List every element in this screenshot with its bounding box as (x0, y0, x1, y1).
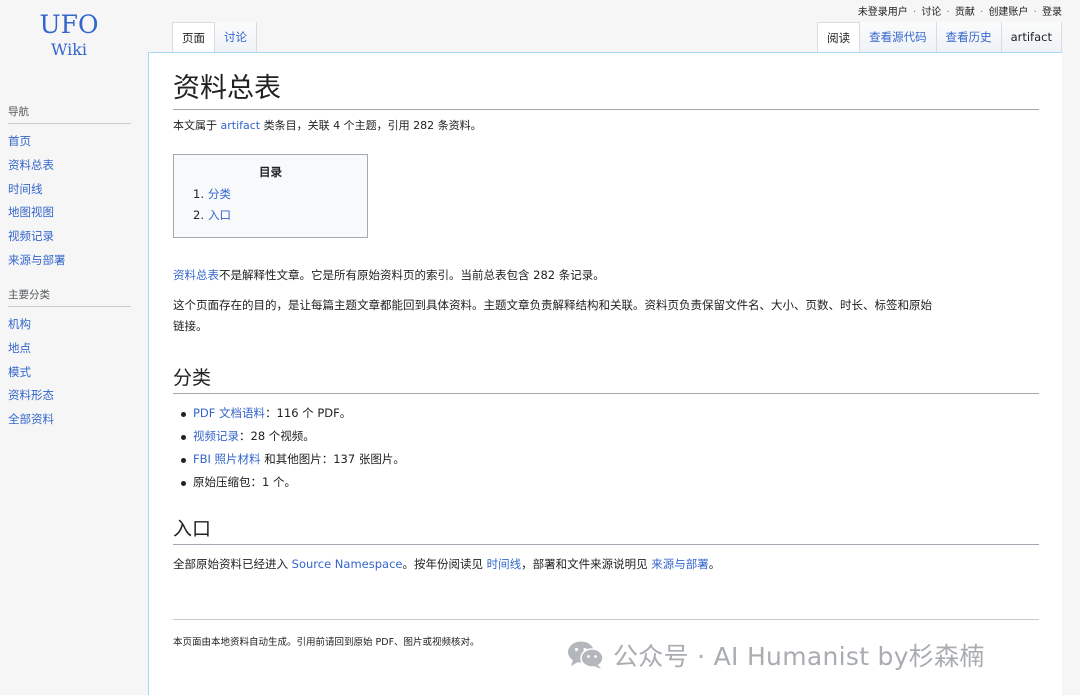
separator: · (980, 7, 984, 18)
list-item-text: 原始压缩包：1 个。 (193, 475, 296, 489)
sidebar-item-sources[interactable]: 来源与部署 (8, 253, 66, 267)
toc-number: 1. (193, 187, 204, 201)
nav-portal: 导航 首页 资料总表 时间线 地图视图 视频记录 来源与部署 (8, 104, 131, 273)
timeline-link[interactable]: 时间线 (487, 557, 522, 571)
entry-text: ，部署和文件来源说明见 (521, 557, 652, 571)
separator: · (912, 7, 917, 18)
page-title: 资料总表 (173, 71, 1039, 110)
entry-paragraph: 全部原始资料已经进入 Source Namespace。按年份阅读见 时间线，部… (173, 554, 1039, 575)
watermark-text: 公众号 · AI Humanist by杉森楠 (613, 642, 985, 671)
separator: · (1033, 7, 1037, 18)
nav-heading: 导航 (8, 104, 131, 124)
list-item-text: ：28 个视频。 (239, 429, 315, 443)
wechat-icon (568, 641, 604, 669)
page-subtitle: 本文属于 artifact 类条目，关联 4 个主题，引用 282 条资料。 (173, 118, 1039, 134)
list-item: 原始压缩包：1 个。 (179, 471, 1039, 494)
pdf-corpus-link[interactable]: PDF 文档语料 (193, 406, 265, 420)
sidebar-item-home[interactable]: 首页 (8, 134, 31, 148)
category-heading: 主要分类 (8, 287, 131, 307)
tab-history[interactable]: 查看历史 (936, 22, 1002, 53)
sidebar-item-videos[interactable]: 视频记录 (8, 229, 54, 243)
toc-number: 2. (193, 208, 204, 222)
login-link[interactable]: 登录 (1042, 7, 1062, 18)
sidebar-item-index[interactable]: 资料总表 (8, 158, 54, 172)
list-item: PDF 文档语料：116 个 PDF。 (179, 402, 1039, 425)
sidebar-item-map[interactable]: 地图视图 (8, 205, 54, 219)
purpose-paragraph: 这个页面存在的目的，是让每篇主题文章都能回到具体资料。主题文章负责解释结构和关联… (173, 298, 932, 333)
subtitle-prefix: 本文属于 (173, 119, 221, 132)
section-heading-entry: 入口 (173, 516, 1039, 545)
personal-tools: 未登录用户 · 讨论 · 贡献 · 创建账户 · 登录 (858, 3, 1062, 18)
toc-item-entry[interactable]: 入口 (208, 208, 231, 222)
content-area: 资料总表 本文属于 artifact 类条目，关联 4 个主题，引用 282 条… (148, 52, 1062, 695)
intro-text: 不是解释性文章。它是所有原始资料页的索引。当前总表包含 282 条记录。 (219, 268, 605, 282)
logo-line1: UFO (39, 10, 99, 39)
tab-view-source[interactable]: 查看源代码 (860, 22, 937, 53)
tab-page[interactable]: 页面 (172, 22, 215, 53)
separator: · (946, 7, 950, 18)
list-item-text: 和其他图片：137 张图片。 (260, 452, 405, 466)
namespace-tabs: 页面 讨论 (172, 22, 257, 53)
category-link[interactable]: artifact (221, 119, 261, 132)
watermark: 公众号 · AI Humanist by杉森楠 (567, 637, 985, 673)
tab-read[interactable]: 阅读 (817, 22, 861, 53)
sidebar: UFO Wiki 导航 首页 资料总表 时间线 地图视图 视频记录 来源与部署 … (0, 0, 148, 695)
site-logo[interactable]: UFO Wiki (0, 10, 138, 60)
intro-paragraph: 资料总表不是解释性文章。它是所有原始资料页的索引。当前总表包含 282 条记录。 (173, 265, 1039, 286)
sidebar-item-agencies[interactable]: 机构 (8, 317, 31, 331)
entry-text: 。 (708, 557, 721, 571)
category-list: PDF 文档语料：116 个 PDF。 视频记录：28 个视频。 FBI 照片材… (173, 402, 1039, 494)
contributions-link[interactable]: 贡献 (955, 7, 975, 18)
list-item-text: ：116 个 PDF。 (265, 406, 352, 420)
toc-title: 目录 (259, 165, 282, 179)
tab-artifact[interactable]: artifact (1001, 22, 1062, 53)
create-account-link[interactable]: 创建账户 (988, 7, 1028, 18)
section-heading-categories: 分类 (173, 365, 1039, 394)
user-talk-link[interactable]: 讨论 (921, 7, 941, 18)
category-portal: 主要分类 机构 地点 模式 资料形态 全部资料 (8, 287, 131, 432)
toc-item-categories[interactable]: 分类 (208, 187, 231, 201)
sidebar-item-all[interactable]: 全部资料 (8, 412, 54, 426)
list-item: FBI 照片材料 和其他图片：137 张图片。 (179, 448, 1039, 471)
sidebar-item-patterns[interactable]: 模式 (8, 365, 31, 379)
sidebar-item-formats[interactable]: 资料形态 (8, 388, 54, 402)
entry-text: 全部原始资料已经进入 (173, 557, 292, 571)
logo-line2: Wiki (50, 40, 88, 59)
index-link[interactable]: 资料总表 (173, 268, 219, 282)
sidebar-item-timeline[interactable]: 时间线 (8, 182, 43, 196)
subtitle-suffix: 类条目，关联 4 个主题，引用 282 条资料。 (260, 119, 482, 132)
anon-user-label: 未登录用户 (857, 7, 908, 18)
tab-talk[interactable]: 讨论 (215, 22, 257, 53)
table-of-contents: 目录 1. 分类 2. 入口 (173, 154, 368, 238)
fbi-photos-link[interactable]: FBI 照片材料 (193, 452, 261, 466)
sources-deploy-link[interactable]: 来源与部署 (651, 557, 709, 571)
list-item: 视频记录：28 个视频。 (179, 425, 1039, 448)
view-tabs: 阅读 查看源代码 查看历史 artifact (817, 22, 1062, 53)
sidebar-item-places[interactable]: 地点 (8, 341, 31, 355)
entry-text: 。按年份阅读见 (402, 557, 487, 571)
video-records-link[interactable]: 视频记录 (193, 429, 239, 443)
source-namespace-link[interactable]: Source Namespace (292, 557, 403, 571)
